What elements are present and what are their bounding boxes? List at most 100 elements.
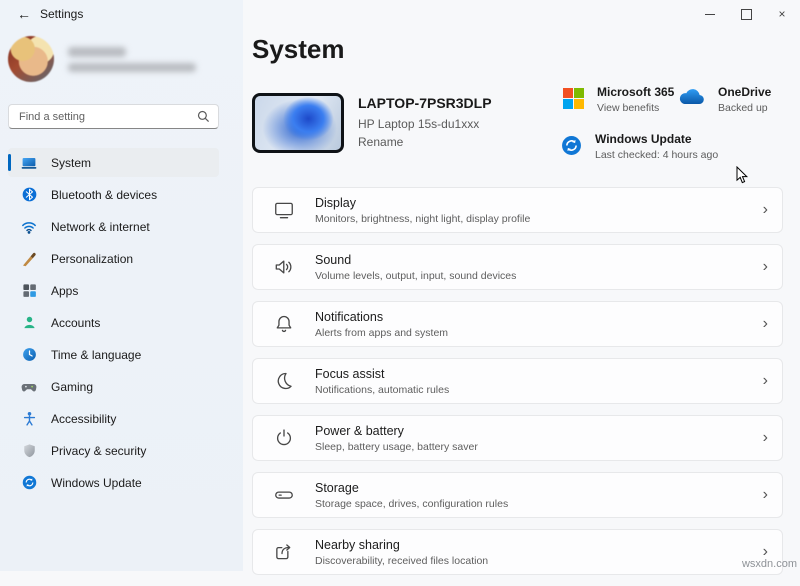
status-text: OneDrive Backed up: [718, 85, 771, 114]
ms-logo-red: [563, 88, 573, 98]
sidebar-item-privacy-security[interactable]: Privacy & security: [8, 436, 219, 465]
window-title: Settings: [40, 7, 83, 21]
status-text: Windows Update Last checked: 4 hours ago: [595, 132, 718, 161]
user-name-blurred: [68, 47, 196, 72]
moon-icon: [273, 370, 295, 392]
power-icon: [273, 427, 295, 449]
sidebar: ← Settings System: [0, 0, 243, 571]
device-name: LAPTOP-7PSR3DLP: [358, 95, 492, 111]
ms-logo-green: [574, 88, 584, 98]
search-input[interactable]: [9, 111, 197, 123]
microsoft-logo-icon: [563, 88, 584, 109]
row-subtitle: Sleep, battery usage, battery saver: [315, 441, 763, 453]
sidebar-item-time-language[interactable]: Time & language: [8, 340, 219, 369]
sidebar-item-label: Network & internet: [51, 220, 150, 234]
main-content: System LAPTOP-7PSR3DLP HP Laptop 15s-du1…: [250, 0, 800, 571]
settings-list: Display Monitors, brightness, night ligh…: [252, 187, 783, 586]
row-text: Display Monitors, brightness, night ligh…: [315, 196, 763, 225]
row-text: Notifications Alerts from apps and syste…: [315, 310, 763, 339]
sidebar-item-personalization[interactable]: Personalization: [8, 244, 219, 273]
row-subtitle: Storage space, drives, configuration rul…: [315, 498, 763, 510]
sidebar-item-label: Windows Update: [51, 476, 142, 490]
sidebar-item-bluetooth-devices[interactable]: Bluetooth & devices: [8, 180, 219, 209]
shield-icon: [21, 443, 37, 459]
row-subtitle: Alerts from apps and system: [315, 327, 763, 339]
chevron-right-icon: ›: [763, 430, 768, 446]
row-text: Sound Volume levels, output, input, soun…: [315, 253, 763, 282]
row-text: Nearby sharing Discoverability, received…: [315, 538, 763, 567]
row-focus-assist[interactable]: Focus assist Notifications, automatic ru…: [252, 358, 783, 404]
sidebar-item-apps[interactable]: Apps: [8, 276, 219, 305]
row-power-battery[interactable]: Power & battery Sleep, battery usage, ba…: [252, 415, 783, 461]
wifi-icon: [21, 219, 37, 235]
search-box: [8, 104, 219, 129]
row-subtitle: Volume levels, output, input, sound devi…: [315, 270, 763, 282]
device-info: LAPTOP-7PSR3DLP HP Laptop 15s-du1xxx Ren…: [358, 93, 492, 153]
ms-logo-yellow: [574, 99, 584, 109]
sidebar-item-accounts[interactable]: Accounts: [8, 308, 219, 337]
sidebar-item-label: System: [51, 156, 91, 170]
user-profile[interactable]: [8, 36, 196, 82]
sidebar-item-label: Accessibility: [51, 412, 116, 426]
status-text: Microsoft 365 View benefits: [597, 85, 674, 114]
display-icon: [273, 199, 295, 221]
chevron-right-icon: ›: [763, 259, 768, 275]
status-onedrive[interactable]: OneDrive Backed up: [678, 85, 771, 114]
device-header: LAPTOP-7PSR3DLP HP Laptop 15s-du1xxx Ren…: [252, 93, 492, 153]
user-email-blur-bar: [68, 63, 196, 72]
sidebar-item-accessibility[interactable]: Accessibility: [8, 404, 219, 433]
row-subtitle: Monitors, brightness, night light, displ…: [315, 213, 763, 225]
row-title: Nearby sharing: [315, 538, 763, 552]
status-microsoft-365[interactable]: Microsoft 365 View benefits: [563, 85, 674, 114]
sidebar-nav: System Bluetooth & devices Network & int…: [8, 148, 219, 500]
row-subtitle: Notifications, automatic rules: [315, 384, 763, 396]
rename-link[interactable]: Rename: [358, 135, 492, 149]
status-title: Windows Update: [595, 132, 718, 146]
bell-icon: [273, 313, 295, 335]
chevron-right-icon: ›: [763, 316, 768, 332]
windows-update-icon: [21, 475, 37, 491]
chevron-right-icon: ›: [763, 487, 768, 503]
row-title: Power & battery: [315, 424, 763, 438]
system-icon: [21, 155, 37, 171]
sidebar-item-network-internet[interactable]: Network & internet: [8, 212, 219, 241]
row-notifications[interactable]: Notifications Alerts from apps and syste…: [252, 301, 783, 347]
row-display[interactable]: Display Monitors, brightness, night ligh…: [252, 187, 783, 233]
avatar: [8, 36, 54, 82]
status-subtitle[interactable]: View benefits: [597, 102, 674, 114]
accessibility-person-icon: [21, 411, 37, 427]
status-title: Microsoft 365: [597, 85, 674, 99]
row-sound[interactable]: Sound Volume levels, output, input, soun…: [252, 244, 783, 290]
sidebar-item-label: Personalization: [51, 252, 133, 266]
apps-grid-icon: [21, 283, 37, 299]
sidebar-item-label: Privacy & security: [51, 444, 146, 458]
titlebar-left: ← Settings: [0, 0, 243, 28]
sidebar-item-label: Accounts: [51, 316, 100, 330]
sidebar-item-label: Bluetooth & devices: [51, 188, 157, 202]
row-title: Storage: [315, 481, 763, 495]
status-subtitle: Backed up: [718, 102, 771, 114]
status-subtitle: Last checked: 4 hours ago: [595, 149, 718, 161]
row-title: Display: [315, 196, 763, 210]
user-name-blur-bar: [68, 47, 126, 57]
status-windows-update[interactable]: Windows Update Last checked: 4 hours ago: [561, 132, 718, 161]
sidebar-item-windows-update[interactable]: Windows Update: [8, 468, 219, 497]
device-model: HP Laptop 15s-du1xxx: [358, 117, 492, 131]
row-title: Notifications: [315, 310, 763, 324]
row-nearby-sharing[interactable]: Nearby sharing Discoverability, received…: [252, 529, 783, 575]
row-title: Focus assist: [315, 367, 763, 381]
person-icon: [21, 315, 37, 331]
device-wallpaper: [255, 96, 341, 150]
mouse-cursor: [736, 166, 749, 190]
sidebar-item-label: Gaming: [51, 380, 93, 394]
sidebar-item-system[interactable]: System: [8, 148, 219, 177]
sound-icon: [273, 256, 295, 278]
search-icon: [197, 110, 210, 123]
paintbrush-icon: [21, 251, 37, 267]
row-title: Sound: [315, 253, 763, 267]
back-button[interactable]: ←: [14, 4, 34, 24]
sidebar-item-label: Apps: [51, 284, 78, 298]
row-text: Power & battery Sleep, battery usage, ba…: [315, 424, 763, 453]
row-storage[interactable]: Storage Storage space, drives, configura…: [252, 472, 783, 518]
sidebar-item-gaming[interactable]: Gaming: [8, 372, 219, 401]
